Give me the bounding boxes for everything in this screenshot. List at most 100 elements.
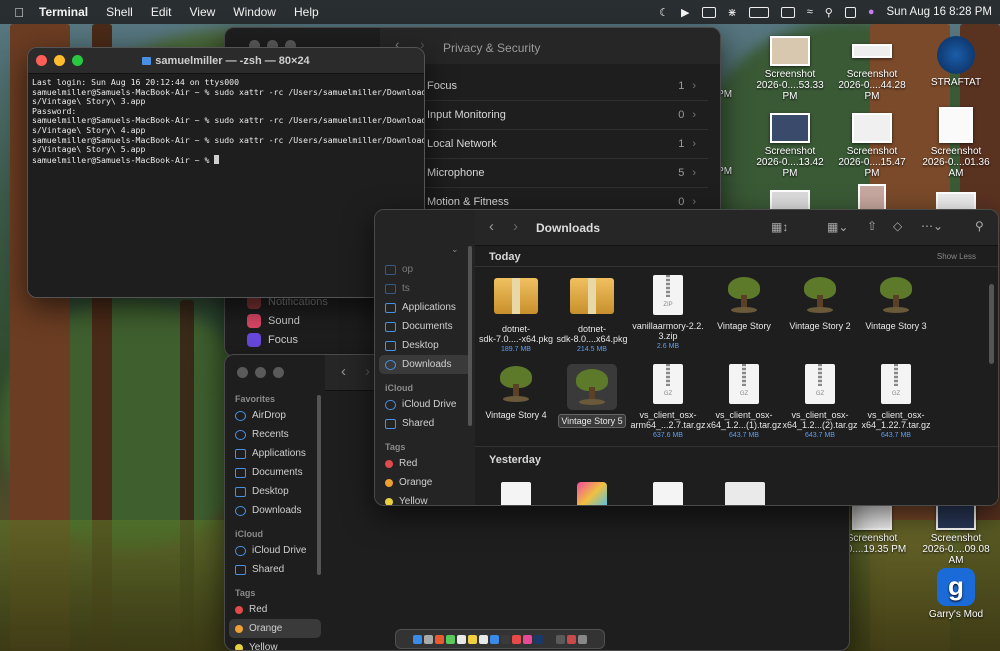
file-item[interactable]: Vintage Story 2 — [781, 275, 859, 331]
sidebar-tag-yellow[interactable]: Yellow — [375, 492, 475, 505]
close-button[interactable] — [36, 55, 47, 66]
launchpad-dock-icon[interactable] — [424, 634, 433, 644]
search-icon[interactable]: ⚲ — [975, 219, 984, 233]
app-icon-partial[interactable] — [577, 482, 607, 505]
desktop-screenshot-thumbnail[interactable] — [858, 184, 886, 212]
desktop-screenshot-3[interactable]: Screenshot 2026-0....13.42 PM — [748, 113, 832, 179]
moon-focus-icon[interactable]: ☾ — [659, 6, 669, 19]
app-dock-icon[interactable] — [567, 634, 576, 644]
keyboard-icon[interactable] — [701, 6, 716, 18]
sidebar-item-airdrop[interactable]: AirDrop — [225, 406, 325, 425]
notes-dock-icon[interactable] — [468, 634, 477, 644]
minimize-button[interactable] — [255, 367, 266, 378]
sidebar-item-recents[interactable]: Recents — [225, 425, 325, 444]
file-item[interactable]: Vintage Story 4 — [477, 364, 555, 420]
bluetooth-icon[interactable]: ⋇ — [728, 6, 737, 19]
grid-view-icon[interactable]: ▦↕ — [771, 220, 788, 234]
menu-app-name[interactable]: Terminal — [30, 5, 97, 19]
file-item[interactable]: GZ vs_client_osx-x64_1.22.7.tar.gz 643.7 M… — [857, 364, 935, 441]
wifi-icon[interactable]: ≈ — [807, 6, 813, 18]
sidebar-tag-yellow[interactable]: Yellow — [225, 638, 325, 650]
sidebar-item-icloud-drive[interactable]: iCloud Drive — [225, 541, 325, 560]
play-icon[interactable]: ▶ — [681, 6, 689, 19]
sidebar-item-applications[interactable]: Applications — [375, 298, 475, 317]
share-icon[interactable]: ⇧ — [867, 219, 877, 233]
sidebar-item-partial[interactable]: op — [375, 260, 475, 279]
close-button[interactable] — [237, 367, 248, 378]
file-item[interactable]: GZ vs_client_osx-x64_1.2...(1).tar.gz 643.… — [705, 364, 783, 441]
settings-dock-icon[interactable] — [501, 634, 510, 644]
search-icon[interactable]: ⚲ — [825, 6, 833, 19]
sidebar-item-documents[interactable]: Documents — [375, 317, 475, 336]
desktop-app-straftat[interactable]: STRAFTAT — [914, 36, 998, 88]
sidebar-item-applications[interactable]: Applications — [225, 444, 325, 463]
app-dock-icon[interactable] — [556, 634, 565, 644]
safari-dock-icon[interactable] — [435, 634, 444, 644]
sidebar-item-downloads[interactable]: Downloads — [379, 355, 471, 374]
sidebar-item-desktop[interactable]: Desktop — [375, 336, 475, 355]
calendar-dock-icon[interactable] — [457, 634, 466, 644]
file-item[interactable]: GZ vs_client_osx-x64_1.2...(2).tar.gz 643.… — [781, 364, 859, 441]
file-icon-partial[interactable] — [501, 482, 531, 505]
sidebar-tag-orange[interactable]: Orange — [375, 473, 475, 492]
image-file-partial[interactable] — [725, 482, 765, 505]
finder-dock-icon[interactable] — [413, 634, 422, 644]
file-item[interactable]: Vintage Story — [705, 275, 783, 331]
file-item-selected[interactable]: Vintage Story 5 — [553, 364, 631, 428]
minimize-button[interactable] — [54, 55, 65, 66]
forward-arrow-icon[interactable]: › — [513, 218, 518, 235]
file-item[interactable]: GZ vs_client_osx-arm64_...2.7.tar.gz 637.6… — [629, 364, 707, 441]
terminal-titlebar[interactable]: samuelmiller — -zsh — 80×24 — [28, 48, 424, 74]
terminal-dock-icon[interactable] — [545, 634, 554, 644]
siri-icon[interactable]: ● — [868, 6, 875, 18]
show-less-button[interactable]: Show Less — [937, 252, 976, 261]
sidebar-item-icloud-drive[interactable]: iCloud Drive — [375, 395, 475, 414]
steam-dock-icon[interactable] — [534, 634, 543, 644]
back-arrow-icon[interactable]: ‹ — [489, 218, 494, 235]
sidebar-item-desktop[interactable]: Desktop — [225, 482, 325, 501]
battery-icon[interactable] — [748, 6, 769, 18]
privacy-row-focus[interactable]: Focus 1 › — [415, 72, 708, 101]
desktop-app-garrys-mod[interactable]: g Garry's Mod — [914, 568, 998, 620]
file-icon-partial[interactable] — [653, 482, 683, 505]
privacy-row-microphone[interactable]: Microphone 5 › — [415, 159, 708, 188]
file-item[interactable]: dotnet-sdk-8.0....x64.pkg 214.5 MB — [553, 275, 631, 355]
messages-dock-icon[interactable] — [446, 634, 455, 644]
chevron-down-icon[interactable]: ⌄ — [451, 244, 459, 255]
file-item[interactable]: Vintage Story 3 — [857, 275, 935, 331]
desktop-screenshot-1[interactable]: Screenshot 2026-0....53.33 PM — [748, 36, 832, 102]
menu-window[interactable]: Window — [224, 5, 285, 19]
control-center-icon[interactable] — [844, 6, 856, 18]
sidebar-item-focus[interactable]: Focus — [235, 330, 328, 349]
sidebar-tag-red[interactable]: Red — [225, 600, 325, 619]
screen-mirroring-icon[interactable] — [780, 6, 795, 18]
sidebar-item-shared[interactable]: Shared — [375, 414, 475, 433]
trash-dock-icon[interactable] — [578, 634, 587, 644]
desktop-screenshot-4[interactable]: Screenshot 2026-0....15.47 PM — [830, 113, 914, 179]
file-item[interactable]: dotnet-sdk-7.0....-x64.pkg 189.7 MB — [477, 275, 555, 355]
scrollbar[interactable] — [317, 395, 321, 575]
desktop-screenshot-5[interactable]: Screenshot 2026-0....01.36 AM — [914, 107, 998, 179]
file-view-scrollbar[interactable] — [989, 284, 994, 364]
music-dock-icon[interactable] — [523, 634, 532, 644]
sidebar-tag-orange[interactable]: Orange — [229, 619, 321, 638]
tag-icon[interactable]: ◇ — [893, 219, 902, 233]
sidebar-item-partial[interactable]: ts — [375, 279, 475, 298]
more-actions-icon[interactable]: ⋯⌄ — [921, 219, 943, 233]
menu-shell[interactable]: Shell — [97, 5, 142, 19]
desktop-screenshot-2[interactable]: Screenshot 2026-0....44.28 PM — [830, 36, 914, 102]
menu-clock[interactable]: Sun Aug 16 8:28 PM — [887, 6, 993, 18]
chrome-dock-icon[interactable] — [512, 634, 521, 644]
apple-menu-icon[interactable]:  — [8, 5, 30, 20]
app-store-dock-icon[interactable] — [490, 634, 499, 644]
desktop-screenshot-7[interactable]: Screenshot 2026-0....09.08 AM — [914, 500, 998, 566]
forward-arrow-icon[interactable]: › — [365, 363, 370, 380]
sidebar-item-documents[interactable]: Documents — [225, 463, 325, 482]
zoom-button[interactable] — [72, 55, 83, 66]
privacy-row-input-monitoring[interactable]: Input Monitoring 0 › — [415, 101, 708, 130]
group-by-icon[interactable]: ▦⌄ — [827, 220, 848, 234]
sidebar-item-sound[interactable]: Sound — [235, 311, 328, 330]
zoom-button[interactable] — [273, 367, 284, 378]
sidebar-scrollbar[interactable] — [468, 246, 472, 426]
menu-view[interactable]: View — [181, 5, 225, 19]
